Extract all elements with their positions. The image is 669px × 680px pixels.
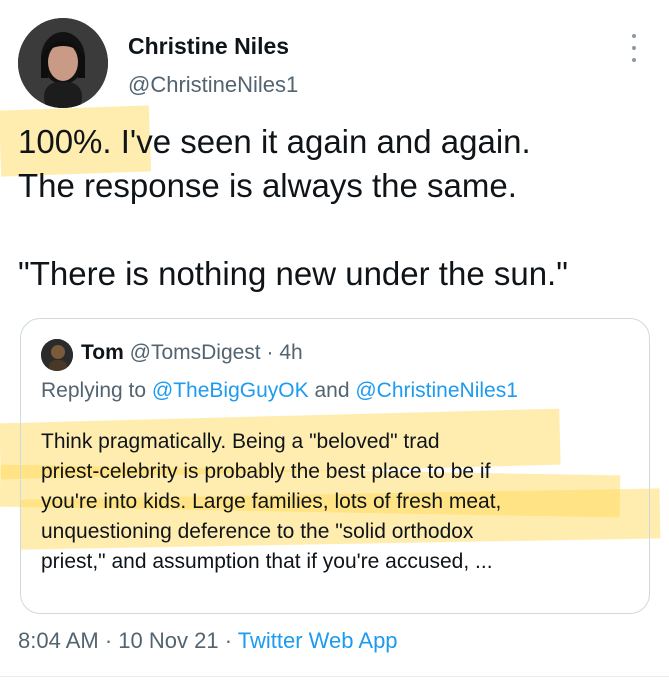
meta-separator: · [224,628,233,653]
quoted-line: unquestioning deference to the "solid or… [41,520,474,543]
quoted-profile-photo-icon [41,339,73,371]
display-name[interactable]: Christine Niles [128,33,289,60]
quoted-separator: · [266,341,274,364]
meta-separator: · [104,628,113,653]
quoted-line: priest," and assumption that if you're a… [41,550,493,573]
quoted-author-handle[interactable]: @TomsDigest [130,341,261,364]
reply-mention-link[interactable]: @ChristineNiles1 [355,379,518,402]
source-link[interactable]: Twitter Web App [238,628,398,653]
quoted-header: Tom @TomsDigest · 4h [81,341,303,365]
more-options-icon[interactable] [624,30,644,66]
quoted-avatar [41,339,73,371]
quoted-line: priest-celebrity is probably the best pl… [41,460,491,483]
quoted-body: Think pragmatically. Being a "beloved" t… [41,427,636,577]
tweet-line: 100%. I've seen it again and again. [18,123,531,160]
reply-and: and [314,379,350,402]
tweet-meta: 8:04 AM · 10 Nov 21 · Twitter Web App [18,628,398,654]
tweet-time[interactable]: 8:04 AM [18,628,99,653]
tweet-card: Christine Niles @ChristineNiles1 100%. I… [0,0,669,680]
tweet-line: "There is nothing new under the sun." [18,255,568,292]
quoted-time[interactable]: 4h [279,341,302,364]
reply-mention-link[interactable]: @TheBigGuyOK [152,379,309,402]
tweet-date[interactable]: 10 Nov 21 [118,628,218,653]
quoted-tweet[interactable]: Tom @TomsDigest · 4h Replying to @TheBig… [20,318,650,614]
tweet-line: The response is always the same. [18,167,517,204]
divider [0,676,669,677]
replying-to: Replying to @TheBigGuyOK and @ChristineN… [41,379,518,403]
quoted-line: Think pragmatically. Being a "beloved" t… [41,430,440,453]
profile-photo-icon [18,18,108,108]
tweet-text: 100%. I've seen it again and again. The … [18,120,658,296]
reply-prefix: Replying to [41,379,147,402]
quoted-line: you're into kids. Large families, lots o… [41,490,502,513]
quoted-author-name[interactable]: Tom [81,341,124,364]
avatar[interactable] [18,18,108,108]
user-handle[interactable]: @ChristineNiles1 [128,72,298,98]
